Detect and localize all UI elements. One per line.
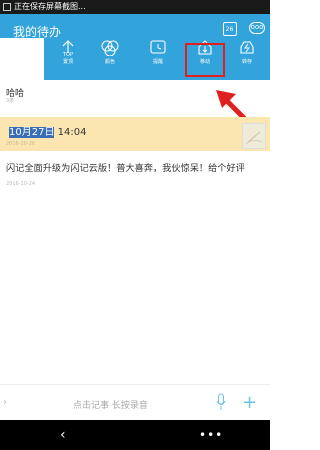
toolbar-label: 置顶 <box>62 59 73 65</box>
note-item[interactable]: 10月27日 14:04 2016-10-26 <box>0 117 270 151</box>
toolbar-label: 提醒 <box>152 59 163 65</box>
toolbar-label: 颜色 <box>104 59 115 65</box>
toolbar-color-button[interactable]: 颜色 <box>88 38 132 65</box>
input-hint[interactable]: 点击记事 长按录音 <box>73 398 148 411</box>
note-time-highlight: 10月27日 <box>9 127 55 138</box>
note-date: 2016-10-24 <box>6 181 36 187</box>
note-thumbnail <box>242 123 266 149</box>
toolbar-top-button[interactable]: TOP 置顶 <box>46 38 90 65</box>
add-note-button[interactable]: + <box>242 392 257 413</box>
highlight-box <box>185 43 225 77</box>
svg-text:TOP: TOP <box>62 52 73 56</box>
toolbar-alarm-button[interactable]: 提醒 <box>136 38 180 65</box>
screenshot-icon <box>3 3 11 11</box>
microphone-icon[interactable] <box>216 393 226 411</box>
menu-icon[interactable]: ••• <box>199 428 223 442</box>
color-icon <box>101 40 119 56</box>
back-icon[interactable]: ‹ <box>60 427 66 443</box>
status-bar: 正在保存屏幕截图... <box>0 0 270 14</box>
navigation-bar: ‹ ••• <box>0 420 270 450</box>
more-menu-button[interactable]: ooo <box>249 22 265 34</box>
note-text: 闪记全面升级为闪记云版！普大喜奔，我伙惊呆！给个好评 <box>6 163 245 174</box>
calendar-day: 26 <box>225 26 234 33</box>
active-tab-indicator <box>0 38 44 80</box>
section-subtitle: 3条 <box>6 98 15 104</box>
note-time: 10月27日 14:04 <box>9 123 86 138</box>
note-date: 2016-10-26 <box>6 141 36 147</box>
chevron-right-icon[interactable]: › <box>3 397 7 408</box>
status-text: 正在保存屏幕截图... <box>14 2 86 11</box>
note-item[interactable]: 闪记全面升级为闪记云版！普大喜奔，我伙惊呆！给个好评 2016-10-24 <box>0 151 270 195</box>
save-transfer-icon <box>240 41 254 54</box>
toolbar-transfer-button[interactable]: 转存 <box>225 38 269 65</box>
note-time-rest: 14:04 <box>54 127 87 138</box>
toolbar-label: 转存 <box>241 59 252 65</box>
bottom-bar: › 点击记事 长按录音 + <box>0 384 270 421</box>
top-icon: TOP <box>62 40 74 56</box>
calendar-icon[interactable]: 26 <box>223 22 237 36</box>
pen-icon <box>245 131 263 145</box>
alarm-icon <box>150 40 166 54</box>
